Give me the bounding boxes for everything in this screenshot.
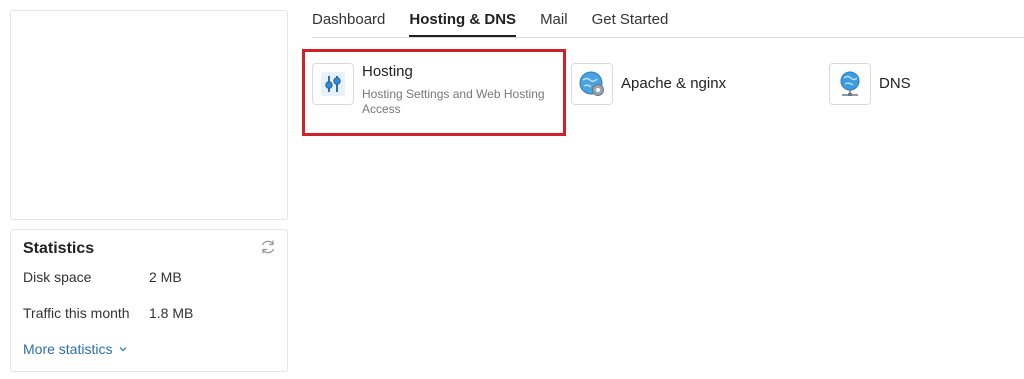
tab-mail[interactable]: Mail xyxy=(540,11,568,37)
globe-gear-icon xyxy=(571,63,613,105)
dns-tile[interactable]: DNS xyxy=(829,63,911,105)
stat-row-disk-space: Disk space 2 MB xyxy=(23,269,182,285)
sidebar-panel xyxy=(10,10,288,220)
main-tabs: Dashboard Hosting & DNS Mail Get Started xyxy=(312,0,1024,38)
hosting-description: Hosting Settings and Web Hosting Access xyxy=(362,87,545,116)
stat-label: Disk space xyxy=(23,269,92,285)
hosting-tile[interactable]: Hosting Hosting Settings and Web Hosting… xyxy=(312,63,562,117)
more-statistics-label: More statistics xyxy=(23,341,113,357)
apache-nginx-title: Apache & nginx xyxy=(621,75,727,92)
globe-network-icon xyxy=(829,63,871,105)
refresh-icon[interactable] xyxy=(259,238,277,256)
apache-nginx-tile[interactable]: Apache & nginx xyxy=(571,63,726,105)
stat-value: 1.8 MB xyxy=(149,305,194,321)
stat-value: 2 MB xyxy=(149,269,182,285)
stat-label: Traffic this month xyxy=(23,305,130,321)
tab-dashboard[interactable]: Dashboard xyxy=(312,11,385,37)
sliders-icon xyxy=(312,63,354,105)
chevron-down-icon xyxy=(120,347,127,352)
tab-hosting-dns[interactable]: Hosting & DNS xyxy=(409,11,517,37)
dns-title: DNS xyxy=(879,75,911,92)
hosting-title: Hosting xyxy=(362,63,413,80)
stat-row-traffic: Traffic this month 1.8 MB xyxy=(23,305,193,321)
more-statistics-link[interactable]: More statistics xyxy=(23,341,128,357)
tab-get-started[interactable]: Get Started xyxy=(592,11,669,37)
statistics-title: Statistics xyxy=(23,240,95,257)
statistics-panel: Statistics Disk space 2 MB Traffic this m… xyxy=(10,229,288,372)
